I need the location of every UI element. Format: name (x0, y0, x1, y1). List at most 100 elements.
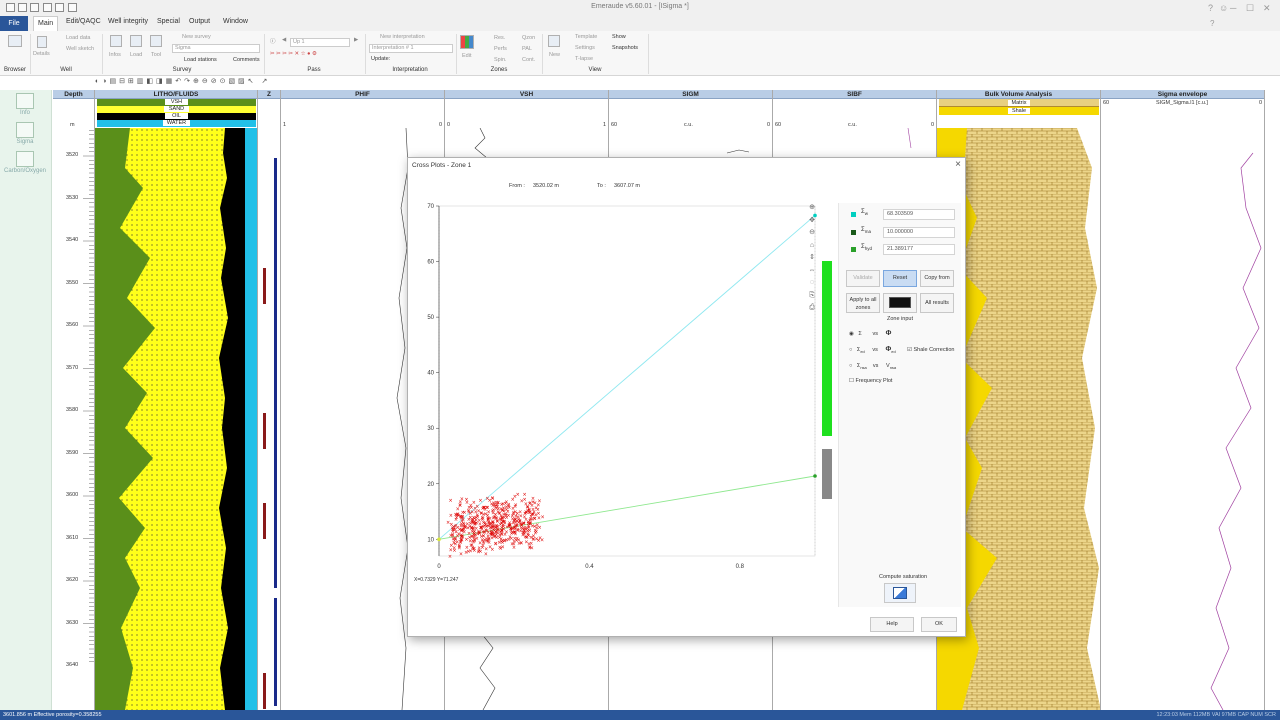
show-button[interactable]: Show (612, 34, 626, 40)
dialog-close-icon[interactable]: × (955, 159, 961, 170)
tool-button[interactable]: Tool (151, 52, 161, 58)
ribbon-help-icon[interactable]: ? (1210, 19, 1214, 28)
browser-icon[interactable] (8, 35, 22, 47)
minimize-button[interactable]: ─ (1230, 3, 1236, 13)
reset-button[interactable]: Reset (883, 270, 917, 287)
cont-button[interactable]: Cont. (522, 57, 535, 63)
lasso-icon[interactable]: ◌ (806, 277, 818, 290)
ok-button[interactable]: OK (921, 617, 957, 632)
new-view-button[interactable]: New (549, 52, 560, 58)
details-button[interactable]: Details (33, 51, 50, 57)
print-chart-icon[interactable]: ⎙ (806, 302, 818, 315)
pan-icon[interactable]: ✥ (806, 215, 818, 228)
track-header-sigma-envelope[interactable]: Sigma envelope 60 SIGM_Sigma.l1 [c.u.] 0 (1101, 90, 1265, 128)
interpretation-select[interactable]: Interpretation # 1 (369, 44, 453, 53)
load-stations-button[interactable]: Load stations (184, 57, 217, 63)
qzon-button[interactable]: Qzon (522, 35, 535, 41)
sidebar-item-info[interactable]: Info (4, 110, 46, 116)
shale-correction-checkbox[interactable]: ☑ Shale Correction (907, 347, 954, 353)
all-results-button[interactable]: All results (920, 293, 954, 313)
track-header-z[interactable]: Z (258, 90, 281, 128)
sigma-hyd-field[interactable]: 21.389177 (883, 244, 955, 255)
details-icon[interactable] (37, 36, 47, 48)
zones-edit-icon[interactable] (460, 35, 474, 49)
new-survey-button[interactable]: New survey (182, 34, 211, 40)
track-header-vsh[interactable]: VSH 0 1 (445, 90, 609, 128)
radio-sigma-phi[interactable]: ◉ Σ vs Φ (849, 330, 891, 337)
tab-main[interactable]: Main (33, 16, 59, 31)
pass-tools-icon[interactable]: ✂ ✂ ✂ ✂ ✕ ☆ ● ⚙ (270, 51, 317, 57)
validate-button[interactable]: Validate (846, 270, 880, 287)
load-icon[interactable] (130, 35, 142, 47)
settings-button[interactable]: Settings (575, 45, 595, 51)
track-header-bva[interactable]: Bulk Volume Analysis Matrix Shale (937, 90, 1101, 128)
zone-input-button[interactable] (883, 293, 917, 313)
sigma-w-field[interactable]: 68.303509 (883, 209, 955, 220)
infos-icon[interactable] (110, 35, 122, 47)
maximize-button[interactable]: ☐ (1246, 3, 1254, 14)
copy-from-button[interactable]: Copy from (920, 270, 954, 287)
frequency-plot-checkbox[interactable]: ☐ Frequency Plot (849, 378, 892, 384)
user-icon[interactable]: ☺ (1219, 3, 1228, 13)
pass-next-icon[interactable]: ▶ (354, 37, 358, 43)
survey-select[interactable]: Sigma (172, 44, 260, 53)
pal-button[interactable]: PAL (522, 46, 532, 52)
tab-window[interactable]: Window (223, 18, 248, 25)
new-view-icon[interactable] (548, 35, 560, 47)
pass-prev-icon[interactable]: ◀ (282, 37, 286, 43)
load-data-button[interactable]: Load data (66, 35, 90, 41)
help-icon[interactable]: ? (1208, 3, 1213, 13)
perfs-button[interactable]: Perfs (494, 46, 507, 52)
log-toolbar-icons[interactable]: ◐◑▤⊟⊞▥◧◨▦↶↷⊕⊖⊘⊙▧▨↖ ↗ (95, 78, 270, 85)
tab-special[interactable]: Special (157, 18, 180, 25)
zones-edit-button[interactable]: Edit (462, 53, 471, 59)
tab-edit-qaqc[interactable]: Edit/QAQC (66, 18, 101, 25)
sigma-icon[interactable] (16, 122, 34, 138)
comments-button[interactable]: Comments (233, 57, 260, 63)
litho-track[interactable] (95, 128, 258, 710)
track-header-litho[interactable]: LITHO/FLUIDS VSH SAND OIL WATER (95, 90, 258, 128)
snapshots-button[interactable]: Snapshots (612, 45, 638, 51)
load-button[interactable]: Load (130, 52, 142, 58)
chart-zoom-toolbar[interactable]: ⊕ ✥ ⊖ ⌂ ⇕ ⇔ ◌ ⎘ ⎙ (806, 202, 818, 317)
well-sketch-button[interactable]: Well sketch (66, 46, 94, 52)
track-header-sigm[interactable]: SIGM 60 c.u. 0 (609, 90, 773, 128)
zoom-in-icon[interactable]: ⊕ (806, 202, 818, 215)
radio-sigma-nsa-vnsa[interactable]: ○ Σnsa vs Vnsa (849, 363, 896, 370)
apply-all-zones-button[interactable]: Apply to all zones (846, 293, 880, 313)
fit-width-icon[interactable]: ⇔ (806, 265, 818, 278)
close-button[interactable]: ✕ (1263, 3, 1271, 14)
spin-button[interactable]: Spin. (494, 57, 507, 63)
sigma-envelope-track[interactable] (1101, 128, 1265, 710)
template-button[interactable]: Template (575, 34, 597, 40)
tab-output[interactable]: Output (189, 18, 210, 25)
pass-select[interactable]: Up 1 (290, 38, 350, 47)
fit-icon[interactable]: ⇕ (806, 252, 818, 265)
carbon-oxygen-icon[interactable] (16, 151, 34, 167)
tab-well-integrity[interactable]: Well integrity (108, 18, 148, 25)
compute-saturation-button[interactable] (884, 583, 916, 603)
info-icon[interactable] (16, 93, 34, 109)
pass-info-icon[interactable]: ⓘ (270, 37, 276, 45)
tab-file[interactable]: File (0, 16, 28, 31)
tool-icon[interactable] (150, 35, 162, 47)
res-button[interactable]: Res. (494, 35, 505, 41)
sidebar-item-carbon-oxygen[interactable]: Carbon/Oxygen (4, 168, 46, 174)
radio-sigma-ed-phi[interactable]: ○ Σed vs Φed (849, 346, 896, 354)
track-header-depth[interactable]: Depth m (53, 90, 95, 128)
sidebar-item-sigma[interactable]: Sigma (4, 139, 46, 145)
z-track[interactable] (258, 128, 281, 710)
track-header-phif[interactable]: PHIF 1 0 (281, 90, 445, 128)
sigma-ma-field[interactable]: 10.000000 (883, 227, 955, 238)
copy-chart-icon[interactable]: ⎘ (806, 290, 818, 303)
cross-plot-chart[interactable]: 102030405060700 0.4 0.8×××××××××××××××××××… (413, 196, 828, 576)
depth-track[interactable]: 3520 3530 3540 3550 3560 3570 3580 3590 3600 3610… (53, 128, 95, 710)
zoom-out-icon[interactable]: ⊖ (806, 227, 818, 240)
tlapse-button[interactable]: T-lapse (575, 56, 593, 62)
track-header-sibf[interactable]: SIBF 60 c.u. 0 (773, 90, 937, 128)
new-interpretation-button[interactable]: New interpretation (380, 34, 425, 40)
home-icon[interactable]: ⌂ (806, 240, 818, 253)
infos-button[interactable]: Infos (109, 52, 121, 58)
scatter-point: × (449, 547, 453, 553)
help-button[interactable]: Help (870, 617, 914, 632)
